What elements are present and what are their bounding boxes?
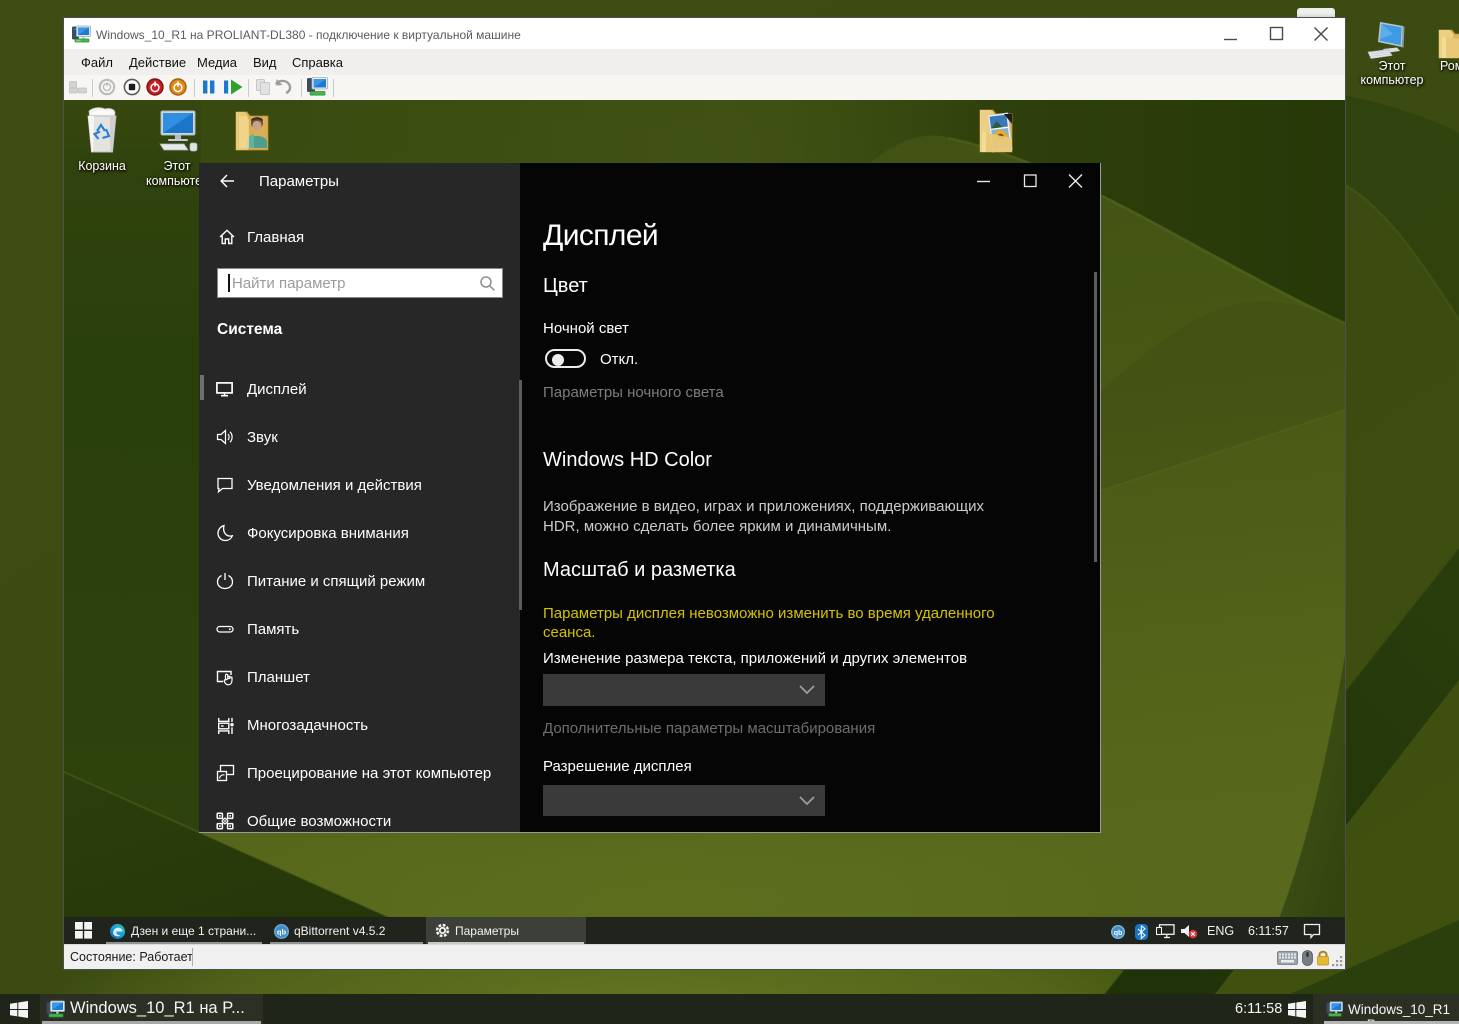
svg-text:qb: qb [1114,930,1123,937]
svg-text:qb: qb [277,927,287,936]
